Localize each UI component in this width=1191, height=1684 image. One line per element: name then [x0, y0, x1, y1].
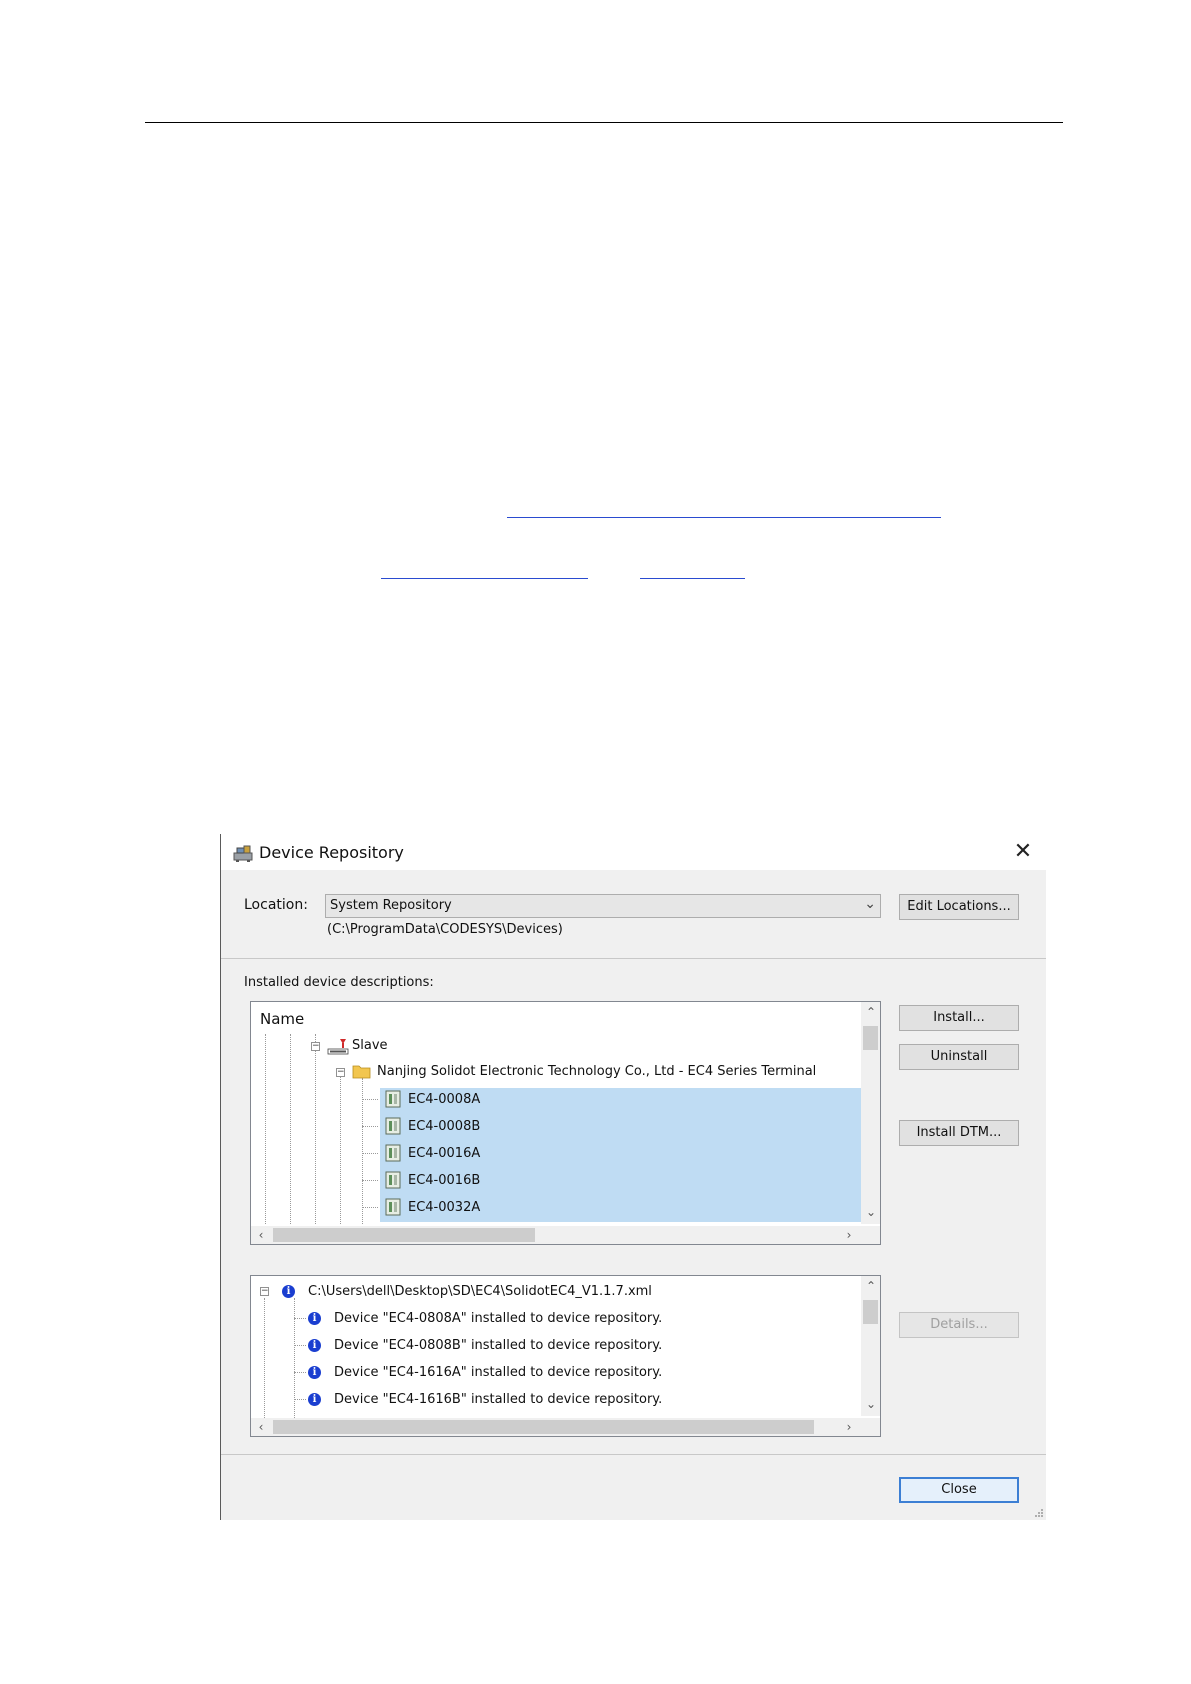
scroll-right-icon[interactable]: ›: [841, 1227, 857, 1243]
scroll-down-icon[interactable]: ⌄: [863, 1204, 879, 1220]
log-entry-text: Device "EC4-1616B" installed to device r…: [334, 1392, 663, 1407]
chevron-down-icon[interactable]: ⌄: [864, 896, 876, 912]
device-label: EC4-0016B: [408, 1173, 481, 1188]
device-label: EC4-0008A: [408, 1092, 481, 1107]
folder-icon: [352, 1065, 371, 1079]
install-dtm-button[interactable]: Install DTM...: [899, 1120, 1019, 1146]
device-label: EC4-0008B: [408, 1119, 481, 1134]
log-entry-text: Device "EC4-1616A" installed to device r…: [334, 1365, 663, 1380]
io-module-icon: [385, 1090, 401, 1108]
tree-guide-line: [264, 1298, 265, 1418]
log-file-path[interactable]: C:\Users\dell\Desktop\SD\EC4\SolidotEC4_…: [308, 1284, 652, 1299]
scroll-up-icon[interactable]: ⌃: [863, 1004, 879, 1020]
tree-branch-line: [362, 1099, 378, 1100]
uninstall-button[interactable]: Uninstall: [899, 1044, 1019, 1070]
scroll-right-icon[interactable]: ›: [841, 1419, 857, 1435]
hyperlink-underline[interactable]: [381, 578, 588, 579]
device-tree[interactable]: Name − Slave − Nanjing Solidot Electroni…: [250, 1001, 881, 1245]
location-label: Location:: [244, 897, 308, 913]
device-repository-dialog: Device Repository ✕ Location: System Rep…: [220, 834, 1046, 1520]
scroll-thumb[interactable]: [273, 1228, 535, 1242]
tree-guide-line: [294, 1298, 295, 1418]
scroll-down-icon[interactable]: ⌄: [863, 1396, 879, 1412]
horizontal-scrollbar[interactable]: ‹ ›: [251, 1226, 880, 1244]
tree-guide-line: [340, 1070, 341, 1224]
device-label: EC4-0016A: [408, 1146, 481, 1161]
collapse-toggle[interactable]: −: [311, 1042, 320, 1051]
scroll-thumb[interactable]: [273, 1420, 814, 1434]
tree-branch-line: [362, 1153, 378, 1154]
tree-item-vendor[interactable]: Nanjing Solidot Electronic Technology Co…: [377, 1064, 816, 1079]
horizontal-scrollbar[interactable]: ‹ ›: [251, 1418, 880, 1436]
tree-guide-line: [290, 1034, 291, 1224]
log-entry-text: Device "EC4-0808A" installed to device r…: [334, 1311, 663, 1326]
details-button[interactable]: Details...: [899, 1312, 1019, 1338]
install-log[interactable]: − i C:\Users\dell\Desktop\SD\EC4\Solidot…: [250, 1275, 881, 1437]
page-header-rule: [145, 122, 1063, 123]
tree-item-slave[interactable]: Slave: [352, 1038, 388, 1053]
installed-descriptions-label: Installed device descriptions:: [244, 975, 434, 990]
info-icon: i: [308, 1393, 321, 1406]
separator: [221, 958, 1046, 959]
scroll-up-icon[interactable]: ⌃: [863, 1278, 879, 1294]
location-selected-value: System Repository: [330, 898, 452, 913]
log-entry-text: Device "EC4-0808B" installed to device r…: [334, 1338, 663, 1353]
close-button[interactable]: Close: [899, 1477, 1019, 1503]
device-repository-icon: [233, 845, 253, 862]
ethercat-slave-icon: [327, 1039, 349, 1055]
collapse-toggle[interactable]: −: [336, 1068, 345, 1077]
tree-guide-line: [315, 1034, 316, 1224]
vertical-scrollbar[interactable]: ⌃ ⌄: [861, 1002, 880, 1224]
tree-branch-line: [294, 1318, 306, 1319]
hyperlink-underline[interactable]: [507, 517, 941, 518]
tree-branch-line: [362, 1126, 378, 1127]
scroll-thumb[interactable]: [863, 1300, 878, 1324]
info-icon: i: [308, 1312, 321, 1325]
collapse-toggle[interactable]: −: [260, 1287, 269, 1296]
location-path: (C:\ProgramData\CODESYS\Devices): [327, 922, 563, 937]
close-icon[interactable]: ✕: [1010, 840, 1036, 864]
io-module-icon: [385, 1171, 401, 1189]
tree-branch-line: [362, 1180, 378, 1181]
location-dropdown[interactable]: System Repository ⌄: [325, 894, 881, 918]
resize-grip-icon[interactable]: [1034, 1508, 1044, 1518]
tree-branch-line: [294, 1399, 306, 1400]
title-bar[interactable]: Device Repository ✕: [221, 834, 1046, 870]
hyperlink-underline[interactable]: [640, 578, 745, 579]
io-module-icon: [385, 1198, 401, 1216]
install-button[interactable]: Install...: [899, 1005, 1019, 1031]
info-icon: i: [308, 1339, 321, 1352]
separator: [221, 1454, 1046, 1455]
edit-locations-button[interactable]: Edit Locations...: [899, 894, 1019, 920]
device-label: EC4-0032A: [408, 1200, 481, 1215]
io-module-icon: [385, 1117, 401, 1135]
info-icon: i: [282, 1285, 295, 1298]
vertical-scrollbar[interactable]: ⌃ ⌄: [861, 1276, 880, 1416]
scroll-thumb[interactable]: [863, 1026, 878, 1050]
io-module-icon: [385, 1144, 401, 1162]
info-icon: i: [308, 1366, 321, 1379]
dialog-title: Device Repository: [259, 843, 404, 862]
tree-branch-line: [294, 1372, 306, 1373]
column-header-name: Name: [260, 1010, 305, 1028]
scroll-left-icon[interactable]: ‹: [253, 1419, 269, 1435]
tree-branch-line: [362, 1207, 378, 1208]
tree-guide-line: [265, 1034, 266, 1224]
tree-branch-line: [294, 1345, 306, 1346]
scroll-left-icon[interactable]: ‹: [253, 1227, 269, 1243]
